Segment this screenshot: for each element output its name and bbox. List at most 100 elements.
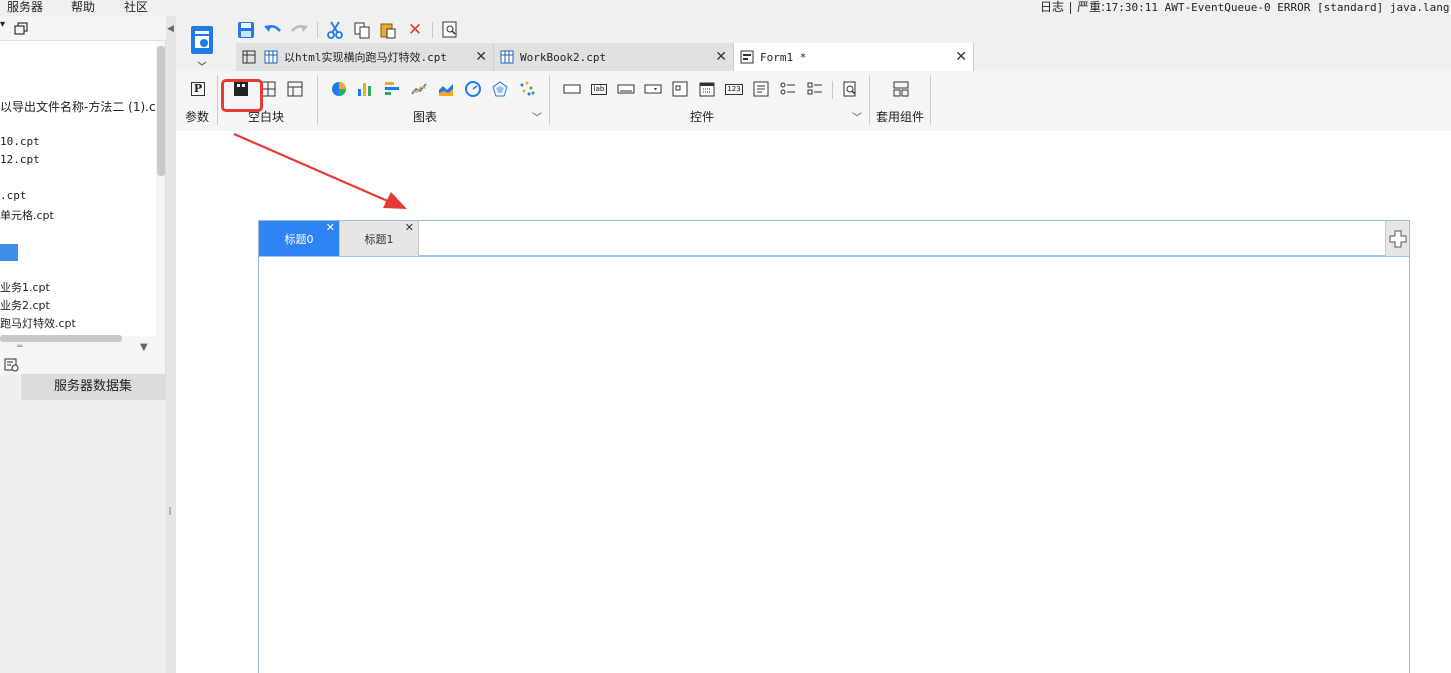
close-icon[interactable]: ✕ bbox=[715, 49, 727, 65]
toolbar-separator bbox=[432, 22, 433, 38]
document-tab-bar: 以html实现横向跑马灯特效.cpt ✕ WorkBook2.cpt ✕ For… bbox=[236, 43, 982, 71]
search-control-icon[interactable] bbox=[840, 79, 860, 99]
document-icon bbox=[191, 26, 213, 66]
menu-bar: 服务器 帮助 社区 日志 严重:17:30:11 AWT-EventQueue-0… bbox=[0, 0, 1451, 16]
number-control-icon[interactable]: 123 bbox=[724, 79, 744, 99]
line-chart-icon[interactable] bbox=[409, 79, 429, 99]
status-bar: 日志 严重:17:30:11 AWT-EventQueue-0 ERROR [st… bbox=[1040, 0, 1451, 16]
dataset-edit-icon[interactable] bbox=[4, 358, 20, 372]
doc-tab-form1[interactable]: Form1 * ✕ bbox=[734, 43, 974, 71]
toolbar-area: ✕ 以html实现横向跑马灯特效.cpt ✕ WorkBook2.cpt ✕ F… bbox=[176, 16, 1451, 131]
collapse-left-icon[interactable]: ◀ bbox=[167, 24, 174, 34]
chart-expand-icon[interactable]: ﹀ bbox=[532, 109, 542, 124]
severity-label: 严重: bbox=[1077, 0, 1106, 14]
close-icon[interactable]: ✕ bbox=[326, 222, 335, 233]
left-panel: ▾ 以导出文件名称-方法二 (1).c 10.cpt 12.cpt .cpt 单… bbox=[0, 16, 166, 673]
file-tree-item[interactable]: 跑马灯特效.cpt bbox=[0, 315, 76, 331]
component-icon[interactable] bbox=[891, 79, 911, 99]
scatter-chart-icon[interactable] bbox=[517, 79, 537, 99]
doc-tab-workbook2[interactable]: WorkBook2.cpt ✕ bbox=[494, 43, 734, 71]
file-tree-item[interactable]: 以导出文件名称-方法二 (1).c bbox=[0, 98, 156, 115]
tab-widget-tab-1[interactable]: 标题1 ✕ bbox=[339, 221, 419, 256]
panel-splitter[interactable]: ═ ▼ bbox=[0, 342, 166, 354]
button-control-icon[interactable] bbox=[562, 79, 582, 99]
dataset-panel-body bbox=[0, 400, 166, 673]
save-icon[interactable] bbox=[236, 20, 256, 40]
file-tree-item[interactable]: 10.cpt bbox=[0, 135, 40, 148]
doc-tab-label: WorkBook2.cpt bbox=[520, 50, 607, 64]
label-control-icon[interactable]: lab bbox=[589, 79, 609, 99]
workbook-icon bbox=[264, 50, 278, 64]
doc-tab-label: 以html实现横向跑马灯特效.cpt bbox=[284, 51, 447, 64]
dataset-toolbar bbox=[0, 356, 166, 376]
close-icon[interactable]: ✕ bbox=[475, 49, 487, 65]
redo-icon[interactable] bbox=[289, 20, 309, 40]
file-tree-vertical-scrollbar[interactable] bbox=[157, 46, 165, 176]
tab-widget-tab-label: 标题1 bbox=[364, 232, 394, 246]
splitter-grip-icon: ═ bbox=[17, 342, 23, 352]
table-layout-icon[interactable] bbox=[285, 79, 305, 99]
close-icon[interactable]: ✕ bbox=[405, 222, 414, 233]
toolbar-separator bbox=[317, 22, 318, 38]
area-chart-icon[interactable] bbox=[436, 79, 456, 99]
log-button[interactable]: 日志 bbox=[1040, 0, 1064, 14]
menu-community[interactable]: 社区 bbox=[124, 0, 148, 14]
column-chart-icon[interactable] bbox=[355, 79, 375, 99]
ribbon-separator bbox=[832, 81, 833, 99]
dropdown-triangle-icon[interactable]: ▼ bbox=[140, 342, 148, 353]
paste-icon[interactable] bbox=[378, 20, 398, 40]
control-section-label: 控件 bbox=[690, 110, 715, 124]
window-copy-icon[interactable] bbox=[14, 22, 28, 35]
component-section-label: 套用组件 bbox=[876, 110, 925, 124]
control-expand-icon[interactable]: ﹀ bbox=[852, 109, 862, 124]
tab-widget-tab-0[interactable]: 标题0 ✕ bbox=[259, 221, 339, 256]
gauge-chart-icon[interactable] bbox=[463, 79, 483, 99]
list-control-icon[interactable] bbox=[670, 79, 690, 99]
pie-chart-icon[interactable] bbox=[329, 79, 349, 99]
ribbon-separator bbox=[930, 75, 931, 125]
close-icon[interactable]: ✕ bbox=[955, 49, 967, 65]
radar-chart-icon[interactable] bbox=[490, 79, 510, 99]
dataset-tab-template[interactable] bbox=[0, 374, 20, 400]
form-icon bbox=[740, 50, 754, 64]
ribbon-separator bbox=[549, 75, 550, 125]
file-tree-selected-row[interactable] bbox=[0, 244, 18, 261]
file-tree-horizontal-scrollbar[interactable] bbox=[0, 335, 122, 342]
textfield-control-icon[interactable] bbox=[616, 79, 636, 99]
divider-grip-icon: ‖ bbox=[168, 506, 172, 515]
radio-group-control-icon[interactable] bbox=[778, 79, 798, 99]
textarea-control-icon[interactable] bbox=[751, 79, 771, 99]
tab-layout-widget[interactable]: 标题0 ✕ 标题1 ✕ bbox=[258, 220, 1410, 673]
file-tree-item[interactable]: 12.cpt bbox=[0, 153, 40, 166]
bar-chart-icon[interactable] bbox=[382, 79, 402, 99]
checkbox-group-control-icon[interactable] bbox=[805, 79, 825, 99]
ribbon: P 参数 空白块 图表 ﹀ lab 123 控件 ﹀ 套用组件 bbox=[176, 71, 1451, 131]
menu-help[interactable]: 帮助 bbox=[71, 0, 95, 14]
server-dataset-tab[interactable]: 服务器数据集 bbox=[21, 374, 165, 400]
delete-icon[interactable]: ✕ bbox=[405, 20, 425, 40]
doc-tab-marquee[interactable]: 以html实现横向跑马灯特效.cpt ✕ bbox=[236, 43, 494, 71]
copy-icon[interactable] bbox=[352, 20, 372, 40]
add-tab-button[interactable] bbox=[1385, 221, 1409, 256]
date-control-icon[interactable] bbox=[697, 79, 717, 99]
tab-widget-tab-label: 标题0 bbox=[284, 232, 314, 246]
preview-icon[interactable] bbox=[440, 20, 460, 40]
collapse-arrow-icon[interactable]: ▾ bbox=[0, 19, 5, 30]
file-tree-item[interactable]: 业务2.cpt bbox=[0, 297, 50, 313]
new-document-button[interactable] bbox=[186, 22, 218, 70]
combobox-control-icon[interactable] bbox=[643, 79, 663, 99]
menu-server[interactable]: 服务器 bbox=[7, 0, 43, 14]
file-tree-item[interactable]: 业务1.cpt bbox=[0, 279, 50, 295]
ribbon-separator bbox=[869, 75, 870, 125]
file-tree-item[interactable]: .cpt bbox=[0, 189, 27, 202]
left-panel-toolbar: ▾ bbox=[0, 16, 166, 41]
doc-tab-label: Form1 * bbox=[760, 50, 807, 64]
undo-icon[interactable] bbox=[263, 20, 283, 40]
file-tree-item[interactable]: 单元格.cpt bbox=[0, 207, 54, 223]
blank-block-highlight-box bbox=[221, 79, 263, 112]
grid-layout-icon[interactable] bbox=[242, 50, 256, 64]
parameter-icon[interactable]: P bbox=[188, 79, 208, 99]
cut-icon[interactable] bbox=[325, 20, 345, 40]
file-tree: 以导出文件名称-方法二 (1).c 10.cpt 12.cpt .cpt 单元格… bbox=[0, 41, 156, 336]
panel-divider[interactable]: ◀ ‖ bbox=[166, 16, 176, 673]
